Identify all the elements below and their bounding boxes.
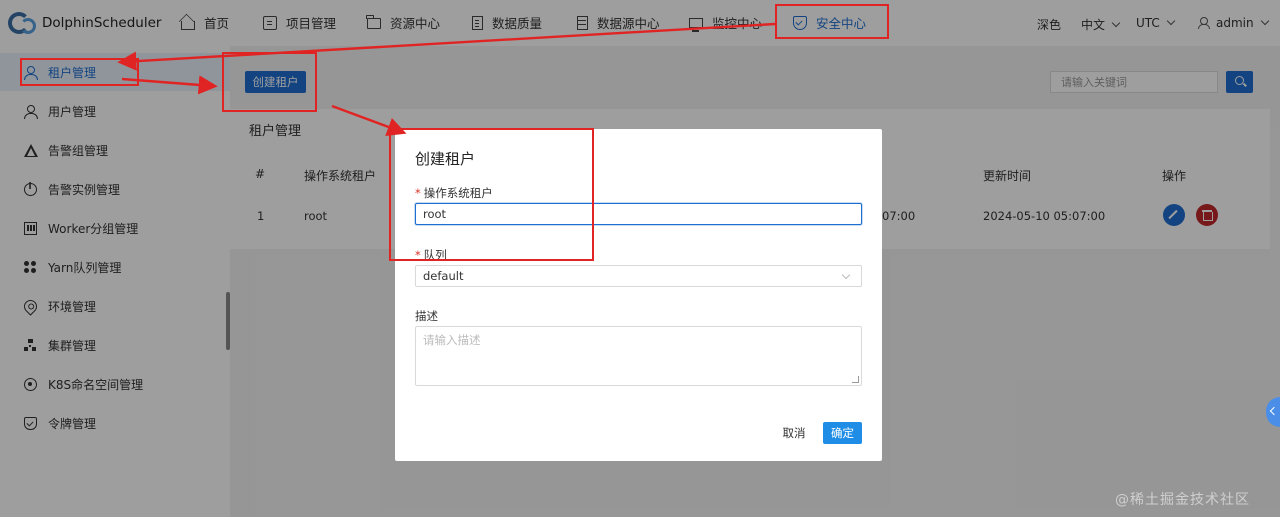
annotation-arrows	[117, 22, 776, 136]
watermark: @稀土掘金技术社区	[1115, 492, 1250, 508]
arrow-to-create-button	[121, 75, 218, 95]
arrow-to-modal	[331, 104, 407, 136]
arrow-to-tenant-menu	[117, 22, 776, 71]
